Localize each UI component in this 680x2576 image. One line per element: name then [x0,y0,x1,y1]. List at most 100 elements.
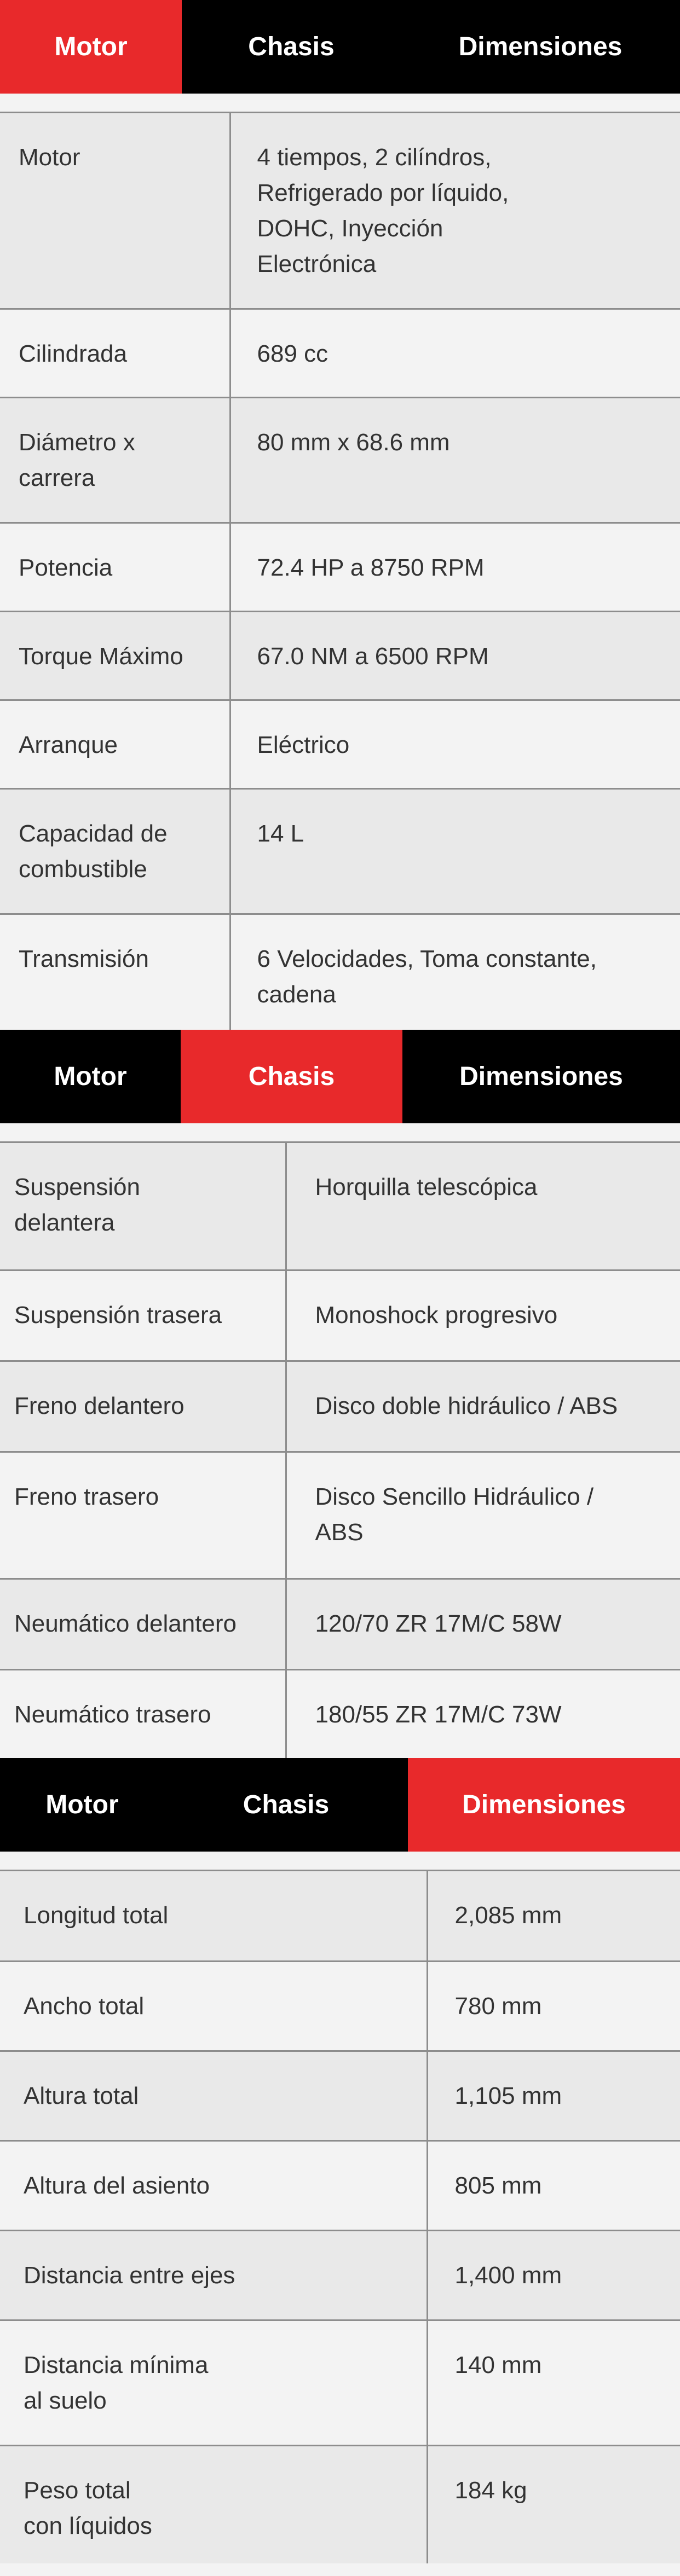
table-row: Altura del asiento 805 mm [0,2140,680,2231]
spec-label-cell: Diámetro x carrera [0,397,231,524]
spec-value-cell: 780 mm [427,1961,680,2052]
spec-value: 14 L [257,820,304,847]
spec-value-cell: 67.0 NM a 6500 RPM [230,611,680,701]
spec-value: 72.4 HP a 8750 RPM [257,554,485,581]
spec-value-cell: 805 mm [427,2140,680,2231]
spec-label-cell: Suspensión delantera [0,1143,287,1271]
spec-value: 140 mm [454,2351,542,2378]
tab-dimensiones[interactable]: Dimensiones [408,1758,680,1852]
spec-value: 689 cc [257,340,329,367]
spec-label-cell: Arranque [0,700,231,790]
spec-label: Neumático delantero [14,1610,237,1637]
table-row: Torque Máximo 67.0 NM a 6500 RPM [0,611,680,701]
chasis-section: Motor Chasis Dimensiones Suspensión delan… [0,1030,680,1758]
spec-label-cell: Potencia [0,523,231,612]
spec-value: 67.0 NM a 6500 RPM [257,642,489,670]
table-row: Cilindrada 689 cc [0,309,680,398]
table-row: Altura total 1,105 mm [0,2051,680,2142]
table-row: Potencia 72.4 HP a 8750 RPM [0,523,680,612]
spec-value-cell: 120/70 ZR 17M/C 58W [286,1579,680,1670]
spec-value: Eléctrico [257,731,350,758]
spec-label-cell: Transmisión [0,914,231,1030]
spec-label: Torque Máximo [19,642,183,670]
spec-value: Disco doble hidráulico / ABS [315,1392,618,1419]
spec-value: Disco Sencillo Hidráulico / ABS [315,1483,594,1546]
table-row: Freno trasero Disco Sencillo Hidráulico /… [0,1452,680,1580]
table-row: Suspensión delantera Horquilla telescópica [0,1143,680,1271]
table-row: Motor 4 tiempos, 2 cilíndros, Refrigerado … [0,113,680,310]
spec-label-cell: Torque Máximo [0,611,231,701]
spec-value: Monoshock progresivo [315,1301,558,1328]
spacer [0,1852,680,1871]
tab-chasis[interactable]: Chasis [181,1030,402,1123]
spec-label: Capacidad de combustible [19,820,168,883]
spec-label: Neumático trasero [14,1701,211,1728]
spec-label: Freno trasero [14,1483,159,1510]
spec-label: Distancia mínima al suelo [24,2351,209,2414]
tab-chasis[interactable]: Chasis [164,1758,408,1852]
table-row: Neumático delantero 120/70 ZR 17M/C 58W [0,1579,680,1670]
spec-value-cell: Monoshock progresivo [286,1270,680,1362]
spec-label-cell: Distancia mínima al suelo [0,2320,428,2446]
motor-section: Motor Chasis Dimensiones Motor 4 tiempos,… [0,0,680,1030]
tab-motor[interactable]: Motor [0,1758,164,1852]
spec-label-cell: Peso total con líquidos [0,2445,428,2563]
spec-value-cell: 2,085 mm [427,1871,680,1962]
spec-value: 180/55 ZR 17M/C 73W [315,1701,562,1728]
spec-label: Altura del asiento [24,2172,210,2199]
spec-label-cell: Distancia entre ejes [0,2230,428,2321]
spec-table-chasis: Suspensión delantera Horquilla telescópica… [0,1143,680,1758]
spec-value-cell: 689 cc [230,309,680,398]
spec-label-cell: Ancho total [0,1961,428,2052]
spec-value: 805 mm [454,2172,542,2199]
spec-label-cell: Motor [0,113,231,310]
spec-label: Potencia [19,554,113,581]
spec-label: Cilindrada [19,340,128,367]
spec-value-cell: Disco doble hidráulico / ABS [286,1361,680,1453]
spec-value: 2,085 mm [454,1902,562,1929]
spec-value: 1,400 mm [454,2261,562,2289]
tab-dimensiones[interactable]: Dimensiones [401,0,680,94]
spec-value-cell: Horquilla telescópica [286,1143,680,1271]
spec-table-motor: Motor 4 tiempos, 2 cilíndros, Refrigerado … [0,113,680,1030]
table-row: Capacidad de combustible 14 L [0,788,680,915]
spec-label-cell: Altura del asiento [0,2140,428,2231]
tab-chasis[interactable]: Chasis [182,0,401,94]
table-row: Suspensión trasera Monoshock progresivo [0,1270,680,1362]
table-row: Arranque Eléctrico [0,700,680,790]
spec-label-cell: Neumático trasero [0,1669,287,1758]
tab-motor[interactable]: Motor [0,1030,181,1123]
tab-motor[interactable]: Motor [0,0,182,94]
spec-label-cell: Capacidad de combustible [0,788,231,915]
spec-label: Arranque [19,731,118,758]
spec-value: 780 mm [454,1992,542,2020]
spec-value-cell: Disco Sencillo Hidráulico / ABS [286,1452,680,1580]
spec-value: 120/70 ZR 17M/C 58W [315,1610,562,1637]
tab-bar: Motor Chasis Dimensiones [0,1030,680,1123]
spec-label: Suspensión trasera [14,1301,222,1328]
tab-bar: Motor Chasis Dimensiones [0,0,680,94]
table-row: Peso total con líquidos 184 kg [0,2445,680,2563]
spec-label: Altura total [24,2082,139,2109]
spec-label-cell: Altura total [0,2051,428,2142]
spec-value-cell: 4 tiempos, 2 cilíndros, Refrigerado por l… [230,113,680,310]
spec-label-cell: Longitud total [0,1871,428,1962]
spec-label-cell: Freno delantero [0,1361,287,1453]
spec-value-cell: 80 mm x 68.6 mm [230,397,680,524]
spec-label: Freno delantero [14,1392,185,1419]
spec-value: 184 kg [454,2476,527,2504]
table-row: Ancho total 780 mm [0,1961,680,2052]
spec-label-cell: Suspensión trasera [0,1270,287,1362]
tab-bar: Motor Chasis Dimensiones [0,1758,680,1852]
dimensiones-section: Motor Chasis Dimensiones Longitud total 2… [0,1758,680,2563]
spec-value-cell: 14 L [230,788,680,915]
spec-value-cell: 180/55 ZR 17M/C 73W [286,1669,680,1758]
tab-dimensiones[interactable]: Dimensiones [402,1030,680,1123]
spec-label: Distancia entre ejes [24,2261,235,2289]
spacer [0,94,680,113]
spec-label-cell: Cilindrada [0,309,231,398]
spec-value: 80 mm x 68.6 mm [257,428,450,456]
spec-label-cell: Neumático delantero [0,1579,287,1670]
spec-label: Peso total con líquidos [24,2476,152,2539]
table-row: Distancia mínima al suelo 140 mm [0,2320,680,2446]
